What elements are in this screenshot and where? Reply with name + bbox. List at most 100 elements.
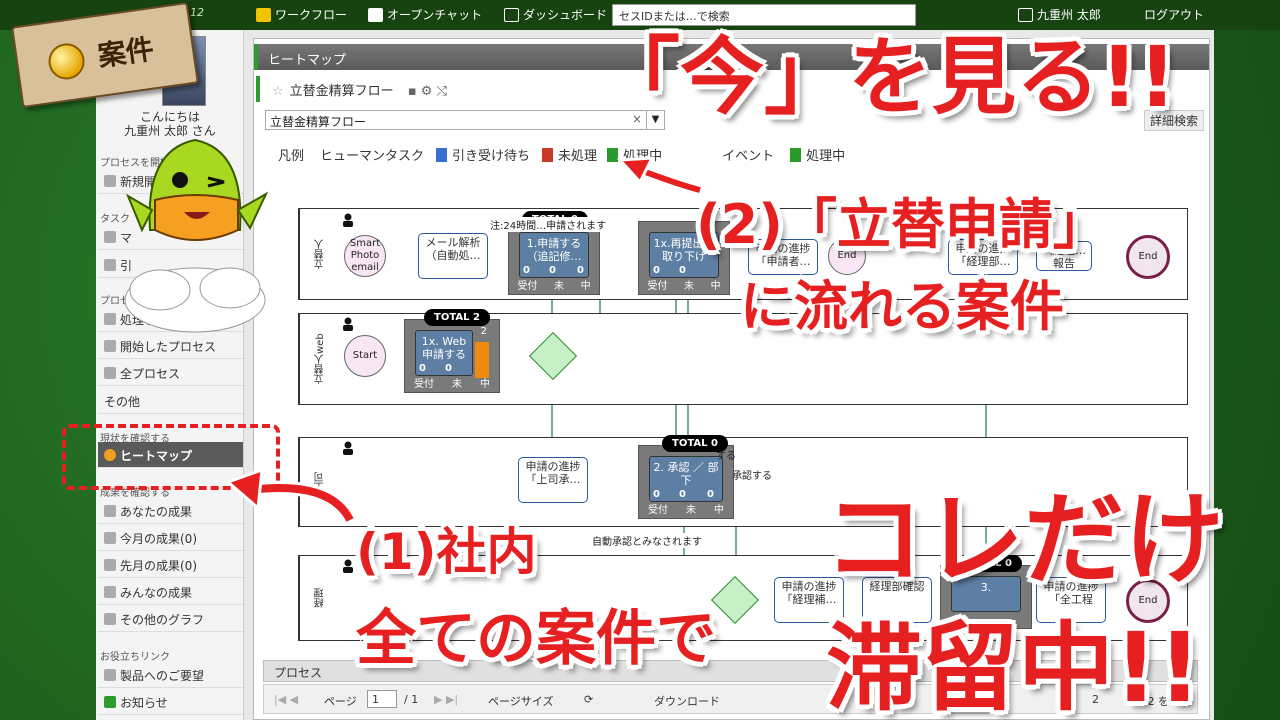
legend-swatch-processing <box>607 147 619 162</box>
mascot-character <box>124 138 269 333</box>
flow-tool-icons[interactable]: ▪ ⚙ ⤭ <box>408 84 447 99</box>
right-line2: 滞留中!! <box>826 612 1202 720</box>
task-mail-parse[interactable]: メール解析（自動処… <box>418 233 488 279</box>
sidebar-item-label: お知らせ <box>120 696 168 710</box>
right-line1: コレだけ <box>824 481 1224 598</box>
count-mid: 2 <box>480 326 487 337</box>
bar-chart-icon <box>104 559 116 571</box>
star-icon[interactable]: ☆ <box>272 84 284 99</box>
sidebar-item-label: 全プロセス <box>120 367 181 381</box>
count-accept: 0 <box>653 489 660 500</box>
sidebar-item-label: 今月の成果(0) <box>120 532 197 546</box>
page-input[interactable]: 1 <box>367 690 397 708</box>
legend-processing: 処理中 <box>623 149 663 164</box>
flow-select-value: 立替金精算フロー <box>270 115 367 129</box>
sidebar-item-other[interactable]: その他 <box>98 388 243 414</box>
person-icon <box>342 213 354 227</box>
legend: 凡例 ヒューマンタスク 引き受け待ち 未処理 処理中 イベント 処理中 <box>278 145 845 164</box>
legend-swatch-event <box>790 147 802 162</box>
next-page-icon[interactable]: ▶ ▶| <box>434 693 458 706</box>
sidebar-item-news[interactable]: お知らせ <box>98 689 243 715</box>
page-size-select[interactable]: ページサイズ <box>488 693 553 709</box>
page-total: / 1 <box>404 693 419 706</box>
note-do: する <box>716 451 736 462</box>
dashboard-icon <box>504 7 519 22</box>
legend-unprocessed: 未処理 <box>558 149 598 164</box>
col-mid: 中 <box>710 281 721 292</box>
task-group-web-apply[interactable]: 1x. Web 申請する 0 0 2 受付未中 <box>404 319 500 393</box>
task-group-apply[interactable]: 1.申請する（追記修… 0 0 0 受付未中 <box>508 221 600 295</box>
workflow-icon <box>256 7 271 22</box>
nav-workflow-label: ワークフロー <box>275 8 348 22</box>
refresh-icon[interactable]: ⟳ <box>584 693 593 706</box>
download-button[interactable]: ダウンロード <box>654 693 720 709</box>
sidebar-item-your-result[interactable]: あなたの成果 <box>98 498 243 524</box>
sidebar-item-label: みんなの成果 <box>120 586 193 600</box>
task-icon <box>104 259 116 271</box>
plus-icon <box>104 175 116 187</box>
start-event-smartphoto[interactable]: Smart Photo email <box>344 235 386 277</box>
section-links: お役立ちリンク <box>100 652 170 663</box>
sidebar-item-label: 開始したプロセス <box>120 340 217 354</box>
task-progress-boss[interactable]: 申請の進捗「上司承… <box>518 457 588 503</box>
col-not: 未 <box>683 281 694 292</box>
note-approve: 承認する <box>732 471 772 482</box>
col-accept: 受付 <box>414 379 434 390</box>
legend-event: イベント <box>722 149 775 164</box>
col-mid: 中 <box>480 379 490 390</box>
count-mid: 0 <box>707 489 714 500</box>
sidebar-item-everyone[interactable]: みんなの成果 <box>98 579 243 605</box>
point2-line2: に流れる案件 <box>740 275 1064 338</box>
sidebar-item-request[interactable]: 製品へのご要望 <box>98 662 243 688</box>
nav-openchat[interactable]: オープンチャット <box>368 6 482 23</box>
sidebar-item-all-process[interactable]: 全プロセス <box>98 360 243 386</box>
count-accept: 0 <box>653 265 660 276</box>
sidebar-item-label: その他のグラフ <box>120 613 205 627</box>
status-columns: 受付 未 中 <box>509 277 599 292</box>
legend-label: 凡例 <box>278 149 305 164</box>
point2-line1: (2)「立替申請」 <box>696 193 1107 256</box>
sidebar-item-last-month[interactable]: 先月の成果(0) <box>98 552 243 578</box>
nav-workflow[interactable]: ワークフロー <box>256 6 347 23</box>
bar-chart-icon <box>104 613 116 625</box>
lane-label: 上司 <box>299 438 341 526</box>
sidebar-item-label: 先月の成果(0) <box>120 559 197 573</box>
sidebar-item-other-graph[interactable]: その他のグラフ <box>98 606 243 632</box>
col-accept: 受付 <box>647 281 668 292</box>
col-mid: 中 <box>580 281 591 292</box>
end-event-2[interactable]: End <box>1126 235 1170 279</box>
point1-line1: (1)社内 <box>356 523 537 581</box>
status-columns: 受付 未 中 <box>639 501 733 516</box>
count-mid: 0 <box>577 265 584 276</box>
legend-swatch-waiting <box>436 147 448 162</box>
sidebar-item-this-month[interactable]: 今月の成果(0) <box>98 525 243 551</box>
sidebar-item-label: 製品へのご要望 <box>120 669 205 683</box>
bar-chart-icon <box>104 505 116 517</box>
nav-dashboard[interactable]: ダッシュボード <box>504 6 607 23</box>
app-logo: 12 <box>190 6 204 19</box>
count-not: 0 <box>679 489 686 500</box>
bar-chart-icon <box>104 532 116 544</box>
lane-label: 経理 <box>299 556 341 640</box>
sidebar-item-label: あなたの成果 <box>120 505 193 519</box>
count-not: 0 <box>679 265 686 276</box>
greeting-text: こんにちは <box>139 110 200 124</box>
start-event-web[interactable]: Start <box>344 335 386 377</box>
total-badge: TOTAL 2 <box>424 309 490 326</box>
legend-event-processing: 処理中 <box>806 149 846 164</box>
heat-bar <box>475 342 489 378</box>
status-columns: 受付 未 中 <box>405 375 499 390</box>
all-icon <box>104 367 116 379</box>
flow-title: 立替金精算フロー <box>289 84 394 99</box>
count-not: 0 <box>549 265 556 276</box>
play-icon <box>104 340 116 352</box>
chat-icon <box>368 7 383 22</box>
news-icon <box>104 696 116 708</box>
coin-icon <box>46 41 87 82</box>
count-accept: 0 <box>419 363 426 374</box>
first-page-icon[interactable]: |◀ ◀ <box>274 693 298 706</box>
col-accept: 受付 <box>517 281 538 292</box>
sign-text: 案件 <box>95 32 156 73</box>
count-accept: 0 <box>523 265 530 276</box>
bar-chart-icon <box>104 586 116 598</box>
